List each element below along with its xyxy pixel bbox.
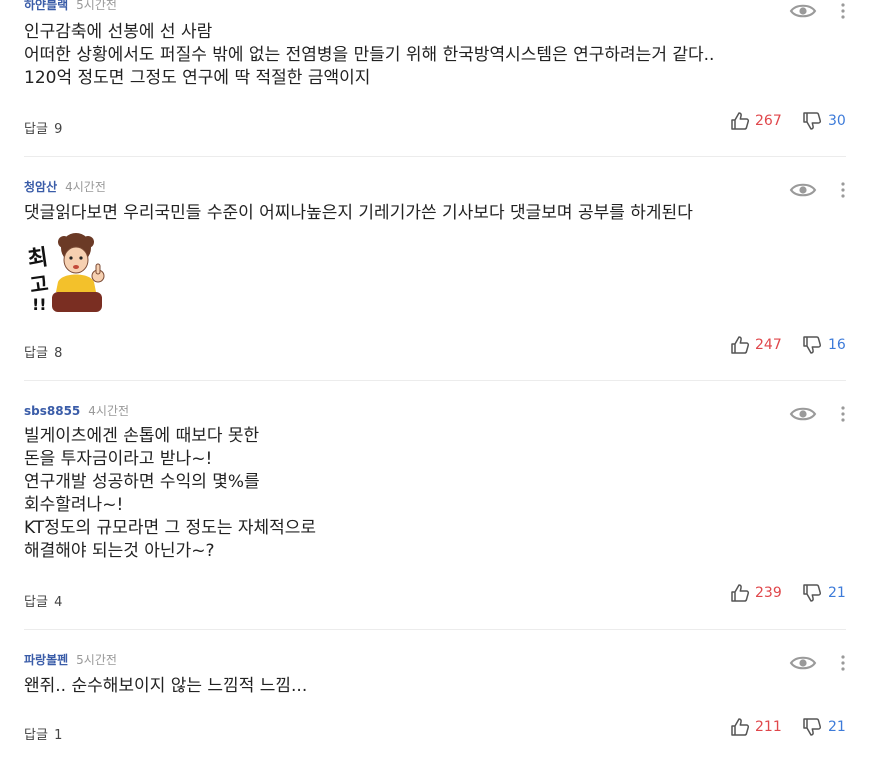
- comment-author[interactable]: 청암산: [24, 178, 57, 195]
- dislike-count: 21: [828, 585, 846, 601]
- like-button[interactable]: 211: [730, 717, 782, 737]
- sticker-image: 최 고 !!: [26, 233, 105, 314]
- thumbs-down-icon: [803, 336, 822, 354]
- reply-label: 답글: [24, 595, 48, 610]
- comment-body: 왠쥐.. 순수해보이지 않는 느낌적 느낌...: [24, 675, 307, 698]
- dislike-button[interactable]: 16: [802, 335, 846, 355]
- like-button[interactable]: 239: [730, 583, 782, 603]
- dislike-count: 30: [828, 113, 846, 129]
- thumbs-up-icon: [731, 336, 750, 354]
- more-icon[interactable]: [838, 2, 848, 20]
- comment-line: 연구개발 성공하면 수익의 몇%를: [24, 472, 260, 492]
- comment-line: 빌게이츠에겐 손톱에 때보다 못한: [24, 426, 260, 446]
- comment-body: 인구감축에 선봉에 선 사람 어떠한 상황에서도 퍼질수 밖에 없는 전염병을 …: [24, 21, 714, 90]
- eye-icon[interactable]: [789, 3, 817, 19]
- comment-line: 댓글읽다보면 우리국민들 수준이 어찌나높은지 기레기가쓴 기사보다 댓글보며 …: [24, 203, 693, 223]
- divider: [24, 156, 846, 157]
- reply-count: 9: [54, 122, 63, 137]
- dislike-button[interactable]: 21: [802, 583, 846, 603]
- reply-label: 답글: [24, 122, 48, 137]
- reply-button[interactable]: 답글 9: [24, 118, 62, 137]
- reply-count: 4: [54, 595, 63, 610]
- comment-time: 5시간전: [76, 653, 117, 667]
- thumbs-down-icon: [803, 584, 822, 602]
- comment-author[interactable]: 파랑볼펜: [24, 651, 68, 668]
- reply-label: 답글: [24, 728, 48, 743]
- comment-time: 5시간전: [76, 0, 117, 12]
- comment-body: 댓글읽다보면 우리국민들 수준이 어찌나높은지 기레기가쓴 기사보다 댓글보며 …: [24, 202, 693, 225]
- dislike-button[interactable]: 30: [802, 111, 846, 131]
- comment-line: 돈을 투자금이라고 받나~!: [24, 449, 213, 469]
- comment-meta: 청암산 4시간전: [24, 178, 106, 195]
- comment-line: 해결해야 되는것 아닌가~?: [24, 541, 215, 561]
- comment-meta: 파랑볼펜 5시간전: [24, 651, 117, 668]
- like-count: 247: [755, 337, 782, 353]
- eye-icon[interactable]: [789, 655, 817, 671]
- comment-line: 회수할려나~!: [24, 495, 124, 515]
- reply-count: 1: [54, 728, 63, 743]
- thumbs-up-icon: [731, 718, 750, 736]
- comment-time: 4시간전: [88, 404, 130, 418]
- comment-body: 빌게이츠에겐 손톱에 때보다 못한 돈을 투자금이라고 받나~! 연구개발 성공…: [24, 425, 316, 563]
- comment-meta: 하얀블랙 5시간전: [24, 0, 117, 13]
- comment-line: 120억 정도면 그정도 연구에 딱 적절한 금액이지: [24, 68, 371, 88]
- comment-meta: sbs8855 4시간전: [24, 402, 129, 419]
- like-button[interactable]: 247: [730, 335, 782, 355]
- svg-text:!!: !!: [32, 295, 47, 314]
- dislike-count: 21: [828, 719, 846, 735]
- thumbs-down-icon: [803, 112, 822, 130]
- sticker-text: 최: [26, 245, 50, 273]
- comment-author[interactable]: sbs8855: [24, 404, 80, 418]
- like-button[interactable]: 267: [730, 111, 782, 131]
- comment-author[interactable]: 하얀블랙: [24, 0, 68, 13]
- eye-icon[interactable]: [789, 406, 817, 422]
- like-count: 211: [755, 719, 782, 735]
- comment-time: 4시간전: [65, 180, 106, 194]
- reply-button[interactable]: 답글 4: [24, 591, 62, 610]
- more-icon[interactable]: [838, 181, 848, 199]
- comment-line: KT정도의 규모라면 그 정도는 자체적으로: [24, 518, 317, 538]
- dislike-count: 16: [828, 337, 846, 353]
- thumbs-down-icon: [803, 718, 822, 736]
- eye-icon[interactable]: [789, 182, 817, 198]
- comment-line: 인구감축에 선봉에 선 사람: [24, 22, 213, 42]
- thumbs-up-icon: [731, 112, 750, 130]
- more-icon[interactable]: [838, 654, 848, 672]
- comment-line: 왠쥐.. 순수해보이지 않는 느낌적 느낌...: [24, 676, 308, 696]
- dislike-button[interactable]: 21: [802, 717, 846, 737]
- comment-line: 어떠한 상황에서도 퍼질수 밖에 없는 전염병을 만들기 위해 한국방역시스템은…: [24, 45, 715, 65]
- like-count: 267: [755, 113, 782, 129]
- reply-button[interactable]: 답글 8: [24, 342, 62, 361]
- reply-count: 8: [54, 346, 63, 361]
- like-count: 239: [755, 585, 782, 601]
- thumbs-up-icon: [731, 584, 750, 602]
- reply-label: 답글: [24, 346, 48, 361]
- svg-text:고: 고: [28, 271, 50, 297]
- more-icon[interactable]: [838, 405, 848, 423]
- divider: [24, 380, 846, 381]
- divider: [24, 629, 846, 630]
- reply-button[interactable]: 답글 1: [24, 724, 62, 743]
